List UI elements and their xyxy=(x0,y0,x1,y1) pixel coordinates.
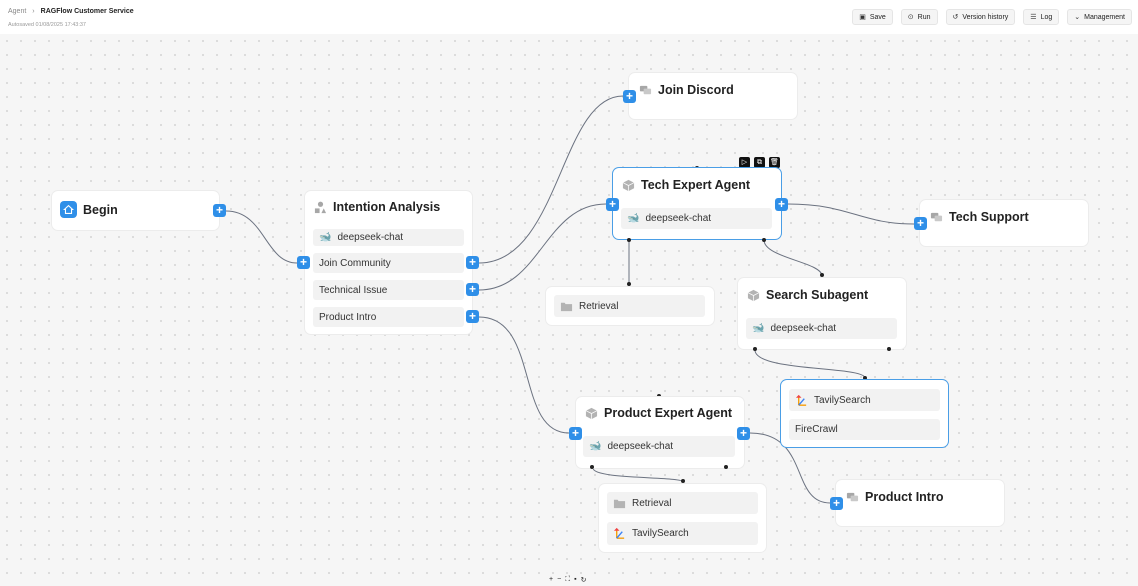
cube-icon xyxy=(747,289,760,301)
lock-icon[interactable]: ▪ xyxy=(574,576,576,584)
chat-bubbles-icon xyxy=(639,85,652,94)
node-title: Begin xyxy=(83,202,118,217)
node-join-discord[interactable]: Join Discord xyxy=(629,73,797,119)
header-actions: ▣ Save ⊙ Run ↺ Version history ☰ Log ⌄ Manage… xyxy=(852,9,1132,25)
node-search-subagent[interactable]: Search Subagent 🐋 deepseek-chat xyxy=(738,278,906,349)
add-node-button[interactable]: + xyxy=(466,283,479,296)
deepseek-whale-icon: 🐋 xyxy=(319,232,332,243)
run-icon[interactable]: ▷ xyxy=(739,157,750,168)
top-bar: Agent › RAGFlow Customer Service Autosav… xyxy=(0,0,1138,35)
deepseek-whale-icon: 🐋 xyxy=(627,213,640,224)
copy-icon[interactable]: ⧉ xyxy=(754,157,765,168)
refresh-icon[interactable]: ↻ xyxy=(581,576,587,584)
handle-bottom[interactable] xyxy=(627,238,631,242)
zoom-in-icon[interactable]: + xyxy=(549,576,553,584)
node-title: Search Subagent xyxy=(766,288,869,302)
log-button[interactable]: ☰ Log xyxy=(1023,9,1060,25)
shapes-icon xyxy=(314,201,327,213)
node-tech-support[interactable]: Tech Support xyxy=(920,200,1088,246)
version-history-button[interactable]: ↺ Version history xyxy=(945,9,1016,25)
node-title: Tech Expert Agent xyxy=(641,178,751,192)
node-title: Tech Support xyxy=(949,210,1029,224)
breadcrumb-current: RAGFlow Customer Service xyxy=(40,8,134,15)
node-retrieval[interactable]: Retrieval xyxy=(546,287,714,325)
tavily-icon xyxy=(795,394,807,406)
node-title: Intention Analysis xyxy=(333,200,441,214)
save-button[interactable]: ▣ Save xyxy=(852,9,893,25)
node-title: Join Discord xyxy=(658,83,734,97)
category-join-community[interactable]: Join Community xyxy=(313,253,464,273)
autosave-status: Autosaved 01/08/2025 17:43:37 xyxy=(8,22,86,28)
node-product-intro[interactable]: Product Intro xyxy=(836,480,1004,526)
add-node-button[interactable]: + xyxy=(297,256,310,269)
model-row: 🐋 deepseek-chat xyxy=(746,318,897,339)
node-title: Product Expert Agent xyxy=(604,406,733,420)
node-tools[interactable]: TavilySearch FireCrawl xyxy=(781,380,948,447)
handle-bottom[interactable] xyxy=(724,465,728,469)
chat-bubbles-icon xyxy=(846,492,859,501)
model-row: 🐋 deepseek-chat xyxy=(583,436,735,457)
folder-icon xyxy=(560,302,573,311)
add-node-button[interactable]: + xyxy=(775,198,788,211)
add-node-button[interactable]: + xyxy=(830,497,843,510)
canvas-controls: + − ⛶ ▪ ↻ xyxy=(549,576,586,584)
add-node-button[interactable]: + xyxy=(466,256,479,269)
handle-bottom[interactable] xyxy=(887,347,891,351)
handle-top[interactable] xyxy=(681,479,685,483)
node-title: Product Intro xyxy=(865,490,944,504)
folder-icon xyxy=(613,499,626,508)
breadcrumb-root[interactable]: Agent xyxy=(8,8,26,15)
tool-row: TavilySearch xyxy=(789,389,940,411)
model-row: 🐋 deepseek-chat xyxy=(313,229,464,246)
cube-icon xyxy=(622,179,635,191)
category-product-intro[interactable]: Product Intro xyxy=(313,307,464,327)
breadcrumb: Agent › RAGFlow Customer Service xyxy=(8,8,134,15)
run-icon: ⊙ xyxy=(907,14,914,21)
management-button[interactable]: ⌄ Management xyxy=(1067,9,1132,25)
breadcrumb-separator: › xyxy=(32,8,35,15)
node-begin[interactable]: Begin xyxy=(52,191,219,230)
deepseek-whale-icon: 🐋 xyxy=(589,441,602,452)
node-product-tools[interactable]: Retrieval TavilySearch xyxy=(599,484,766,552)
history-icon: ↺ xyxy=(952,14,959,21)
tool-row: Retrieval xyxy=(554,295,705,317)
add-node-button[interactable]: + xyxy=(466,310,479,323)
node-tech-expert-agent[interactable]: Tech Expert Agent 🐋 deepseek-chat xyxy=(613,168,781,239)
run-button[interactable]: ⊙ Run xyxy=(900,9,938,25)
deepseek-whale-icon: 🐋 xyxy=(752,323,765,334)
category-technical-issue[interactable]: Technical Issue xyxy=(313,280,464,300)
handle-top[interactable] xyxy=(820,273,824,277)
list-icon: ☰ xyxy=(1030,14,1037,21)
chevron-down-icon: ⌄ xyxy=(1074,14,1081,21)
delete-icon[interactable]: 🗑 xyxy=(769,157,780,168)
model-row: 🐋 deepseek-chat xyxy=(621,208,772,229)
handle-bottom[interactable] xyxy=(762,238,766,242)
save-icon: ▣ xyxy=(859,14,866,21)
add-node-button[interactable]: + xyxy=(737,427,750,440)
add-node-button[interactable]: + xyxy=(606,198,619,211)
cube-icon xyxy=(585,407,598,419)
tavily-icon xyxy=(613,527,625,539)
chat-bubbles-icon xyxy=(930,212,943,221)
tool-row: TavilySearch xyxy=(607,522,758,545)
node-product-expert-agent[interactable]: Product Expert Agent 🐋 deepseek-chat xyxy=(576,397,744,468)
node-intention-analysis[interactable]: Intention Analysis 🐋 deepseek-chat Join C… xyxy=(305,191,472,334)
handle-bottom[interactable] xyxy=(590,465,594,469)
tool-row: Retrieval xyxy=(607,492,758,514)
home-icon xyxy=(60,201,77,218)
handle-bottom[interactable] xyxy=(753,347,757,351)
add-node-button[interactable]: + xyxy=(213,204,226,217)
zoom-out-icon[interactable]: − xyxy=(557,576,561,584)
add-node-button[interactable]: + xyxy=(569,427,582,440)
add-node-button[interactable]: + xyxy=(914,217,927,230)
tool-row: FireCrawl xyxy=(789,419,940,440)
add-node-button[interactable]: + xyxy=(623,90,636,103)
fit-view-icon[interactable]: ⛶ xyxy=(565,576,570,584)
handle-top[interactable] xyxy=(627,282,631,286)
